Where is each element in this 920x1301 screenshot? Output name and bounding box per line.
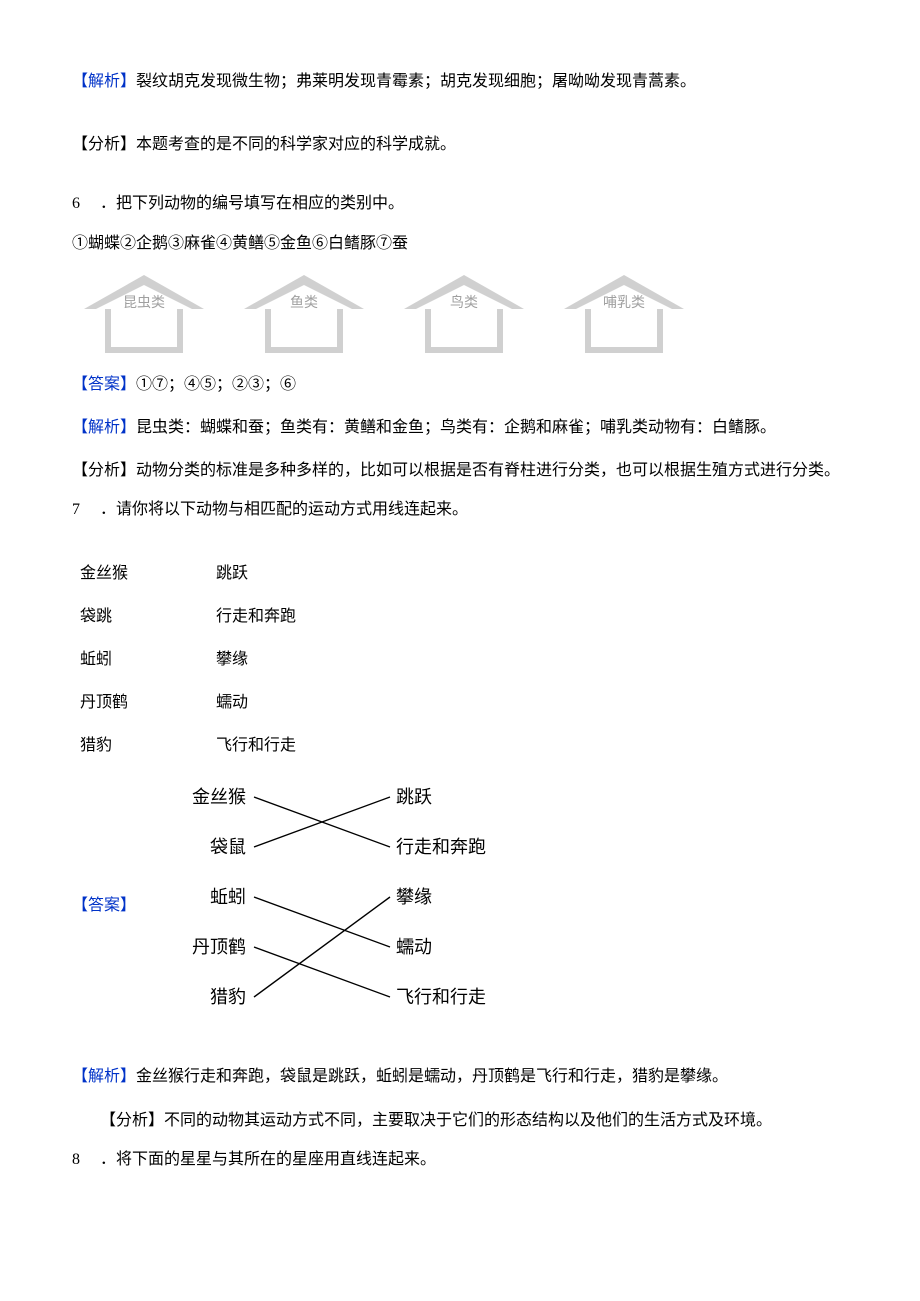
arrow-label: 鱼类 — [244, 289, 364, 320]
match-right: 蠕动 — [396, 937, 432, 957]
fenxi-text: 动物分类的标准是多种多样的，比如可以根据是否有脊柱进行分类，也可以根据生殖方式进… — [136, 462, 840, 479]
arrow-row: 昆虫类 鱼类 鸟类 哺乳类 — [84, 275, 848, 355]
pair-right: 蠕动 — [208, 681, 304, 724]
match-left: 蚯蚓 — [210, 887, 246, 907]
daan-label: 【答案】 — [72, 376, 136, 393]
q6-prompt: 把下列动物的编号填写在相应的类别中。 — [116, 186, 404, 221]
q7-jiexi: 【解析】金丝猴行走和奔跑，袋鼠是跳跃，蚯蚓是蠕动，丹顶鹤是飞行和行走，猎豹是攀缘… — [72, 1055, 848, 1098]
fenxi-text: 不同的动物其运动方式不同，主要取决于它们的形态结构以及他们的生活方式及环境。 — [164, 1112, 772, 1129]
table-row: 蚯蚓攀缘 — [72, 638, 304, 681]
q6-items: ①蝴蝶②企鹅③麻雀④黄鳝⑤金鱼⑥白鳍豚⑦蚕 — [72, 222, 848, 265]
q5-fenxi: 【分析】本题考查的是不同的科学家对应的科学成就。 — [72, 123, 848, 166]
pair-right: 跳跃 — [208, 552, 304, 595]
table-row: 丹顶鹤蠕动 — [72, 681, 304, 724]
pair-right: 行走和奔跑 — [208, 595, 304, 638]
match-right: 跳跃 — [396, 787, 432, 807]
q7-number: 7 — [72, 492, 100, 527]
q6-jiexi: 【解析】昆虫类：蝴蝶和蚕；鱼类有：黄鳝和金鱼；鸟类有：企鹅和麻雀；哺乳类动物有：… — [72, 406, 848, 449]
arrow-label: 昆虫类 — [84, 289, 204, 320]
q7-prompt: 请你将以下动物与相匹配的运动方式用线连起来。 — [116, 492, 468, 527]
q7-pair-table: 金丝猴跳跃 袋跳行走和奔跑 蚯蚓攀缘 丹顶鹤蠕动 猎豹飞行和行走 — [72, 552, 304, 768]
q7-answer-row: 【答案】 金丝猴 袋鼠 蚯蚓 丹顶鹤 猎豹 跳跃 行走和奔跑 攀缘 蠕动 飞行和… — [72, 775, 848, 1035]
q6-prompt-row: 6 ． 把下列动物的编号填写在相应的类别中。 — [72, 186, 848, 221]
pair-left: 蚯蚓 — [72, 638, 208, 681]
arrow-label: 鸟类 — [404, 289, 524, 320]
fenxi-label: 【分析】 — [100, 1112, 164, 1129]
match-left: 猎豹 — [210, 987, 246, 1007]
arrow-box-bird: 鸟类 — [404, 275, 524, 355]
pair-left: 丹顶鹤 — [72, 681, 208, 724]
q8-dot: ． — [100, 1142, 116, 1177]
match-line — [254, 947, 390, 997]
match-left: 袋鼠 — [210, 837, 246, 857]
arrow-box-insect: 昆虫类 — [84, 275, 204, 355]
match-left: 丹顶鹤 — [192, 937, 246, 957]
jiexi-label: 【解析】 — [72, 73, 136, 90]
jiexi-text: 金丝猴行走和奔跑，袋鼠是跳跃，蚯蚓是蠕动，丹顶鹤是飞行和行走，猎豹是攀缘。 — [136, 1068, 728, 1085]
match-right: 行走和奔跑 — [396, 837, 486, 857]
match-line — [254, 897, 390, 997]
q6-fenxi: 【分析】动物分类的标准是多种多样的，比如可以根据是否有脊柱进行分类，也可以根据生… — [72, 449, 848, 492]
jiexi-label: 【解析】 — [72, 419, 136, 436]
table-row: 金丝猴跳跃 — [72, 552, 304, 595]
q6-dot: ． — [100, 186, 116, 221]
pair-left: 猎豹 — [72, 724, 208, 767]
match-left: 金丝猴 — [192, 787, 246, 807]
q7-fenxi: 【分析】不同的动物其运动方式不同，主要取决于它们的形态结构以及他们的生活方式及环… — [72, 1099, 848, 1142]
q7-dot: ． — [100, 492, 116, 527]
jiexi-text: 昆虫类：蝴蝶和蚕；鱼类有：黄鳝和金鱼；鸟类有：企鹅和麻雀；哺乳类动物有：白鳍豚。 — [136, 419, 776, 436]
table-row: 猎豹飞行和行走 — [72, 724, 304, 767]
match-line — [254, 897, 390, 947]
q8-prompt-row: 8 ． 将下面的星星与其所在的星座用直线连起来。 — [72, 1142, 848, 1177]
jiexi-text: 裂纹胡克发现微生物；弗莱明发现青霉素；胡克发现细胞；屠呦呦发现青蒿素。 — [136, 73, 696, 90]
jiexi-label: 【解析】 — [72, 1068, 136, 1085]
q8-number: 8 — [72, 1142, 100, 1177]
match-right: 攀缘 — [396, 887, 432, 907]
q6-answer: 【答案】①⑦；④⑤；②③；⑥ — [72, 363, 848, 406]
fenxi-label: 【分析】 — [72, 462, 136, 479]
match-right: 飞行和行走 — [396, 987, 486, 1007]
pair-right: 攀缘 — [208, 638, 304, 681]
fenxi-label: 【分析】 — [72, 136, 136, 153]
table-row: 袋跳行走和奔跑 — [72, 595, 304, 638]
q7-prompt-row: 7 ． 请你将以下动物与相匹配的运动方式用线连起来。 — [72, 492, 848, 527]
arrow-box-mammal: 哺乳类 — [564, 275, 684, 355]
q5-jiexi: 【解析】裂纹胡克发现微生物；弗莱明发现青霉素；胡克发现细胞；屠呦呦发现青蒿素。 — [72, 60, 848, 103]
daan-text: ①⑦；④⑤；②③；⑥ — [136, 376, 296, 393]
arrow-box-fish: 鱼类 — [244, 275, 364, 355]
pair-right: 飞行和行走 — [208, 724, 304, 767]
pair-left: 袋跳 — [72, 595, 208, 638]
q8-prompt: 将下面的星星与其所在的星座用直线连起来。 — [116, 1142, 436, 1177]
fenxi-text: 本题考查的是不同的科学家对应的科学成就。 — [136, 136, 456, 153]
arrow-label: 哺乳类 — [564, 289, 684, 320]
match-diagram: 金丝猴 袋鼠 蚯蚓 丹顶鹤 猎豹 跳跃 行走和奔跑 攀缘 蠕动 飞行和行走 — [176, 775, 536, 1035]
q6-number: 6 — [72, 186, 100, 221]
pair-left: 金丝猴 — [72, 552, 208, 595]
daan-label: 【答案】 — [72, 888, 136, 923]
